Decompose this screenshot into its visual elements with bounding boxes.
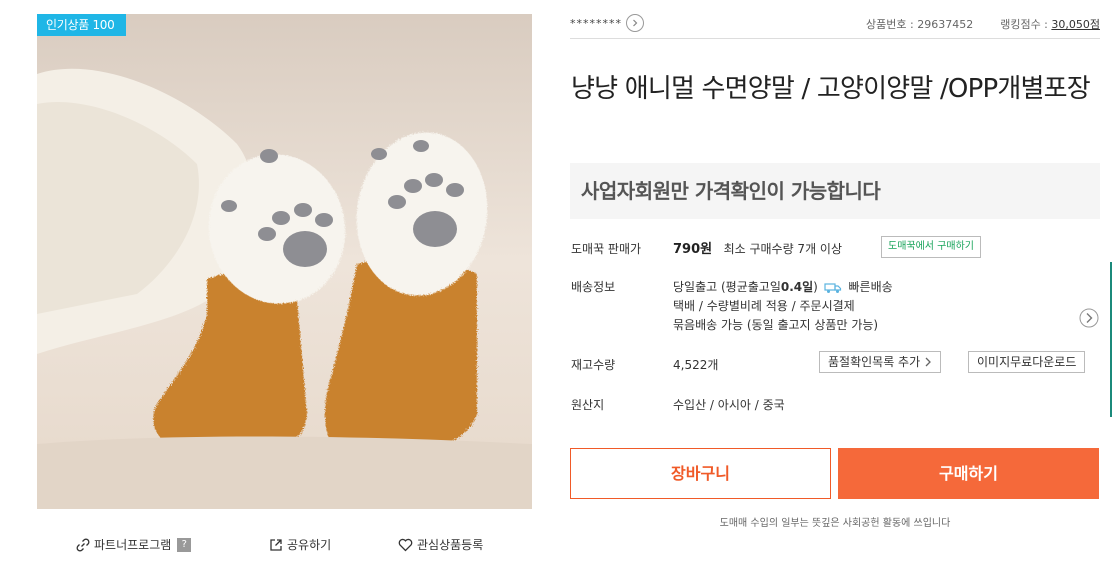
price-notice: 사업자회원만 가격확인이 가능합니다 [570, 163, 1100, 219]
help-icon[interactable]: ? [177, 537, 192, 552]
product-image[interactable]: 인기상품 100 [37, 14, 532, 509]
chevron-right-circle-icon [1079, 308, 1099, 328]
heart-icon [398, 538, 413, 551]
ranking-label: 랭킹점수 : [1000, 18, 1052, 31]
product-title: 냥냥 애니멀 수면양말 / 고양이양말 /OPP개별포장 [571, 74, 1091, 104]
ranking-score[interactable]: 30,050점 [1051, 18, 1100, 31]
share-label: 공유하기 [287, 538, 332, 552]
partner-program-label: 파트너프로그램 [94, 538, 172, 552]
buy-now-button[interactable]: 구매하기 [838, 448, 1099, 499]
stock-label: 재고수량 [571, 358, 616, 372]
seller-name: ******** [570, 16, 622, 30]
image-download-button[interactable]: 이미지무료다운로드 [968, 351, 1086, 373]
social-contribution-note: 도매매 수입의 일부는 뜻깊은 사회공헌 활동에 쓰입니다 [719, 518, 951, 529]
product-meta: 상품번호 : 29637452 랭킹점수 : 30,050점 [866, 16, 1100, 32]
shipping-line-1-prefix: 당일출고 (평균출고일 [673, 280, 781, 294]
popular-badge: 인기상품 100 [37, 14, 127, 36]
origin-label: 원산지 [571, 398, 605, 412]
product-photo [37, 14, 532, 509]
add-to-cart-button[interactable]: 장바구니 [570, 448, 831, 499]
price-value: 790원 [673, 242, 713, 257]
price-content: 790원 최소 구매수량 7개 이상 [673, 240, 842, 259]
chevron-right-icon [626, 14, 644, 32]
product-actions: 파트너프로그램 ? 공유하기 관심상품등록 [0, 536, 570, 554]
share-link[interactable]: 공유하기 [269, 536, 331, 553]
divider [570, 38, 1100, 39]
shipping-label: 배송정보 [571, 280, 616, 294]
wishlist-link[interactable]: 관심상품등록 [398, 536, 483, 553]
chevron-right-icon [925, 357, 932, 367]
avg-ship-days: 0.4일 [780, 280, 814, 294]
min-quantity: 최소 구매수량 7개 이상 [723, 242, 843, 256]
price-label: 도매꾹 판매가 [571, 242, 642, 256]
shipping-line-3: 묶음배송 가능 (동일 출고지 상품만 가능) [673, 318, 879, 332]
shipping-line-1: 당일출고 (평균출고일0.4일) 빠른배송 [673, 278, 893, 297]
restock-list-button[interactable]: 품절확인목록 추가 [819, 351, 942, 373]
product-number: 상품번호 : 29637452 [866, 18, 974, 31]
shipping-line-1-suffix: ) [813, 280, 818, 294]
stock-value: 4,522개 [673, 358, 719, 372]
share-icon [270, 538, 282, 551]
shipping-more-button[interactable] [1079, 308, 1099, 331]
partner-program-link[interactable]: 파트너프로그램 ? [76, 536, 192, 553]
restock-list-label: 품절확인목록 추가 [828, 355, 921, 369]
page-edge-accent [1110, 262, 1112, 417]
fast-delivery: 빠른배송 [848, 280, 893, 294]
product-topbar: ******** 상품번호 : 29637452 랭킹점수 : 30,050점 [570, 12, 1100, 34]
shipping-content: 당일출고 (평균출고일0.4일) 빠른배송 택배 / 수량별비례 적용 / 주문… [673, 278, 893, 335]
link-icon [76, 538, 90, 551]
buy-on-domeggook-button[interactable]: 도매꾹에서 구매하기 [881, 236, 981, 258]
origin-value: 수입산 / 아시아 / 중국 [673, 398, 785, 412]
shipping-line-2: 택배 / 수량별비례 적용 / 주문시결제 [673, 299, 855, 313]
seller-link[interactable]: ******** [570, 14, 644, 32]
truck-icon [824, 282, 841, 293]
wishlist-label: 관심상품등록 [417, 538, 484, 552]
